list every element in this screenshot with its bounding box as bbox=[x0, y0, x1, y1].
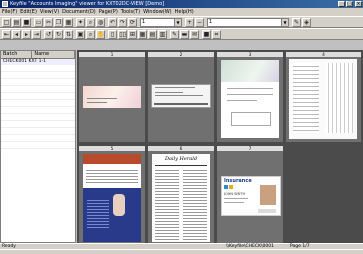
print-icon[interactable]: ▭ bbox=[34, 18, 43, 27]
cut-icon[interactable]: ✂ bbox=[44, 18, 53, 27]
chevron-down-icon[interactable]: ▼ bbox=[174, 19, 181, 26]
save-icon[interactable]: ■ bbox=[22, 18, 31, 27]
two-page-icon[interactable]: ▯▯ bbox=[118, 30, 127, 39]
menu-edit[interactable]: Edit(E) bbox=[20, 8, 37, 16]
menu-file[interactable]: File(F) bbox=[2, 8, 17, 16]
menu-help[interactable]: Help(H) bbox=[175, 8, 194, 16]
form-page bbox=[289, 59, 357, 139]
grid-2x2-icon[interactable]: ⊞ bbox=[128, 30, 137, 39]
redo-icon[interactable]: ↷ bbox=[118, 18, 127, 27]
page-thumbnail-3[interactable]: 3 bbox=[217, 52, 283, 142]
zoom-select[interactable]: 1 ▼ bbox=[140, 18, 182, 27]
menu-view[interactable]: View(V) bbox=[40, 8, 59, 16]
new-icon[interactable]: □ bbox=[2, 18, 11, 27]
page-thumbnail-2[interactable]: 2 bbox=[148, 52, 214, 142]
maximize-button[interactable]: □ bbox=[346, 1, 353, 7]
menu-bar: File(F) Edit(E) View(V) Document(D) Page… bbox=[0, 8, 363, 16]
column-header-name[interactable]: Name bbox=[32, 51, 75, 58]
card-title: Insurance bbox=[224, 178, 252, 184]
chevron-down-icon[interactable]: ▼ bbox=[281, 19, 288, 26]
grid-4x2-icon[interactable]: ▤ bbox=[148, 30, 157, 39]
flip-icon[interactable]: ⇅ bbox=[64, 30, 73, 39]
menu-window[interactable]: Window(W) bbox=[143, 8, 172, 16]
refresh-icon[interactable]: ⟳ bbox=[128, 18, 137, 27]
fit-icon[interactable]: ▣ bbox=[76, 30, 85, 39]
page-value: 1 bbox=[209, 19, 213, 25]
check-image bbox=[151, 84, 211, 108]
single-page-icon[interactable]: ▯ bbox=[108, 30, 117, 39]
page-viewer[interactable]: 1 2 3 4 5 6 Daily Herald 7 Insurance JOH… bbox=[77, 50, 363, 243]
page-thumbnail-4[interactable]: 4 bbox=[286, 52, 361, 142]
page-number: 1 bbox=[79, 52, 145, 57]
menu-tools[interactable]: Tools(T) bbox=[121, 8, 140, 16]
page-number: 3 bbox=[217, 52, 283, 57]
zoom-in-icon[interactable]: + bbox=[185, 18, 194, 27]
close-button[interactable]: × bbox=[355, 1, 362, 7]
highlight-icon[interactable]: ▬ bbox=[180, 30, 189, 39]
card-name: JOHN SMITH bbox=[224, 192, 246, 196]
zoom-out-icon[interactable]: − bbox=[195, 18, 204, 27]
page-number: 4 bbox=[286, 52, 361, 57]
toolbar-view: ⇤ ◂ ▸ ⇥ ↺ ↻ ⇅ ▣ ⌕ ✋ ▯ ▯▯ ⊞ ▦ ▤ ▥ ✎ ▬ ✉ ■… bbox=[0, 28, 363, 40]
pen-icon[interactable]: ✎ bbox=[292, 18, 301, 27]
check-page bbox=[221, 60, 279, 138]
page-number: 7 bbox=[217, 146, 283, 151]
insurance-card: Insurance JOHN SMITH bbox=[221, 176, 281, 216]
page-select[interactable]: 1 ▼ bbox=[207, 18, 289, 27]
page-number: 2 bbox=[148, 52, 214, 57]
redact-icon[interactable]: ■ bbox=[202, 30, 211, 39]
copy-icon[interactable]: ❐ bbox=[54, 18, 63, 27]
page-number: 6 bbox=[148, 146, 214, 151]
article-page bbox=[83, 154, 141, 242]
search-icon[interactable]: ⌕ bbox=[86, 18, 95, 27]
rotate-left-icon[interactable]: ↺ bbox=[44, 30, 53, 39]
minimize-button[interactable]: _ bbox=[338, 1, 345, 7]
row-batch: CHECK001 bbox=[3, 59, 28, 64]
menu-document[interactable]: Document(D) bbox=[62, 8, 96, 16]
last-page-icon[interactable]: ⇥ bbox=[32, 30, 41, 39]
thumbnail-icon[interactable]: ▥ bbox=[158, 30, 167, 39]
lightbulb-icon[interactable]: ✦ bbox=[76, 18, 85, 27]
globe-icon[interactable]: ◍ bbox=[96, 18, 105, 27]
prev-page-icon[interactable]: ◂ bbox=[12, 30, 21, 39]
page-thumbnail-7[interactable]: 7 Insurance JOHN SMITH bbox=[217, 146, 283, 243]
rotate-right-icon[interactable]: ↻ bbox=[54, 30, 63, 39]
open-icon[interactable]: ▤ bbox=[12, 18, 21, 27]
next-page-icon[interactable]: ▸ bbox=[22, 30, 31, 39]
app-icon bbox=[2, 1, 8, 7]
page-thumbnail-6[interactable]: 6 Daily Herald bbox=[148, 146, 214, 243]
paste-icon[interactable]: ▦ bbox=[64, 18, 73, 27]
zoom-value: 1 bbox=[142, 19, 146, 25]
annotate-icon[interactable]: ✎ bbox=[170, 30, 179, 39]
page-number: 5 bbox=[79, 146, 145, 151]
title-bar: Keyfile "Accounts Imaging" viewer for KX… bbox=[0, 0, 363, 8]
empty-pane bbox=[286, 146, 361, 243]
undo-icon[interactable]: ↶ bbox=[108, 18, 117, 27]
first-page-icon[interactable]: ⇤ bbox=[2, 30, 11, 39]
page-thumbnail-1[interactable]: 1 bbox=[79, 52, 145, 142]
toolbar-main: □ ▤ ■ ▭ ✂ ❐ ▦ ✦ ⌕ ◍ ↶ ↷ ⟳ 1 ▼ + − 1 ▼ ✎ … bbox=[0, 16, 363, 28]
stamp-icon[interactable]: ◈ bbox=[302, 18, 311, 27]
check-image bbox=[83, 86, 141, 108]
hand-icon[interactable]: ✋ bbox=[96, 30, 105, 39]
grid-3x3-icon[interactable]: ▦ bbox=[138, 30, 147, 39]
taskbar bbox=[0, 249, 363, 254]
note-icon[interactable]: ✉ bbox=[190, 30, 199, 39]
newspaper-page: Daily Herald bbox=[152, 154, 210, 242]
crop-icon[interactable]: ⌗ bbox=[212, 30, 221, 39]
row-name: KXT 1-1 bbox=[28, 59, 46, 64]
column-header-batch[interactable]: Batch bbox=[1, 51, 33, 58]
page-thumbnail-5[interactable]: 5 bbox=[79, 146, 145, 243]
newspaper-masthead: Daily Herald bbox=[164, 156, 198, 162]
magnify-icon[interactable]: ⌕ bbox=[86, 30, 95, 39]
batch-list: Batch Name CHECK001 KXT 1-1 bbox=[0, 50, 76, 243]
menu-page[interactable]: Page(P) bbox=[99, 8, 118, 16]
list-header: Batch Name bbox=[1, 51, 75, 59]
window-title: Keyfile "Accounts Imaging" viewer for KX… bbox=[10, 1, 165, 7]
